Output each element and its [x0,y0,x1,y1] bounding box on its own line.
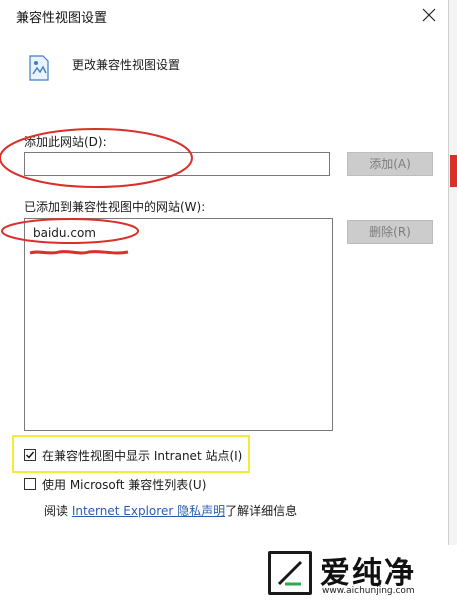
ms-list-option[interactable]: 使用 Microsoft 兼容性列表(U) [24,475,206,493]
checkmark-icon [26,451,35,459]
added-sites-list[interactable]: baidu.com [24,218,333,431]
add-site-input[interactable] [24,152,330,176]
settings-page-icon [29,55,49,81]
redacted-list-item [29,250,129,255]
intranet-label[interactable]: 在兼容性视图中显示 Intranet 站点(I) [42,447,242,464]
add-button[interactable]: 添加(A) [347,152,433,176]
compat-view-dialog: 兼容性视图设置 更改兼容性视图设置 添加此网站(D): 添加(A) 已添加到兼容… [0,0,449,602]
dialog-title: 兼容性视图设置 [16,11,108,26]
watermark: 爱纯净 www.aichunjing.com [262,545,457,602]
privacy-link[interactable]: Internet Explorer 隐私声明 [72,504,225,518]
title-bar: 兼容性视图设置 [0,0,448,30]
background-red-tab [450,155,457,187]
close-button[interactable] [416,2,442,28]
remove-button[interactable]: 删除(R) [347,220,433,244]
watermark-logo [268,551,312,595]
ms-list-label[interactable]: 使用 Microsoft 兼容性列表(U) [42,476,206,493]
header-text: 更改兼容性视图设置 [72,58,181,72]
background-window [449,0,457,602]
watermark-url: www.aichunjing.com [322,586,415,596]
added-sites-label: 已添加到兼容性视图中的网站(W): [24,200,206,214]
close-icon [422,8,436,22]
privacy-info: 阅读 Internet Explorer 隐私声明了解详细信息 [44,502,297,519]
intranet-option[interactable]: 在兼容性视图中显示 Intranet 站点(I) [24,446,242,464]
ms-list-checkbox[interactable] [24,478,36,490]
info-prefix: 阅读 [44,504,72,518]
list-item[interactable]: baidu.com [33,226,96,240]
add-site-label: 添加此网站(D): [24,135,107,149]
intranet-checkbox[interactable] [24,449,36,461]
info-suffix: 了解详细信息 [225,504,298,518]
